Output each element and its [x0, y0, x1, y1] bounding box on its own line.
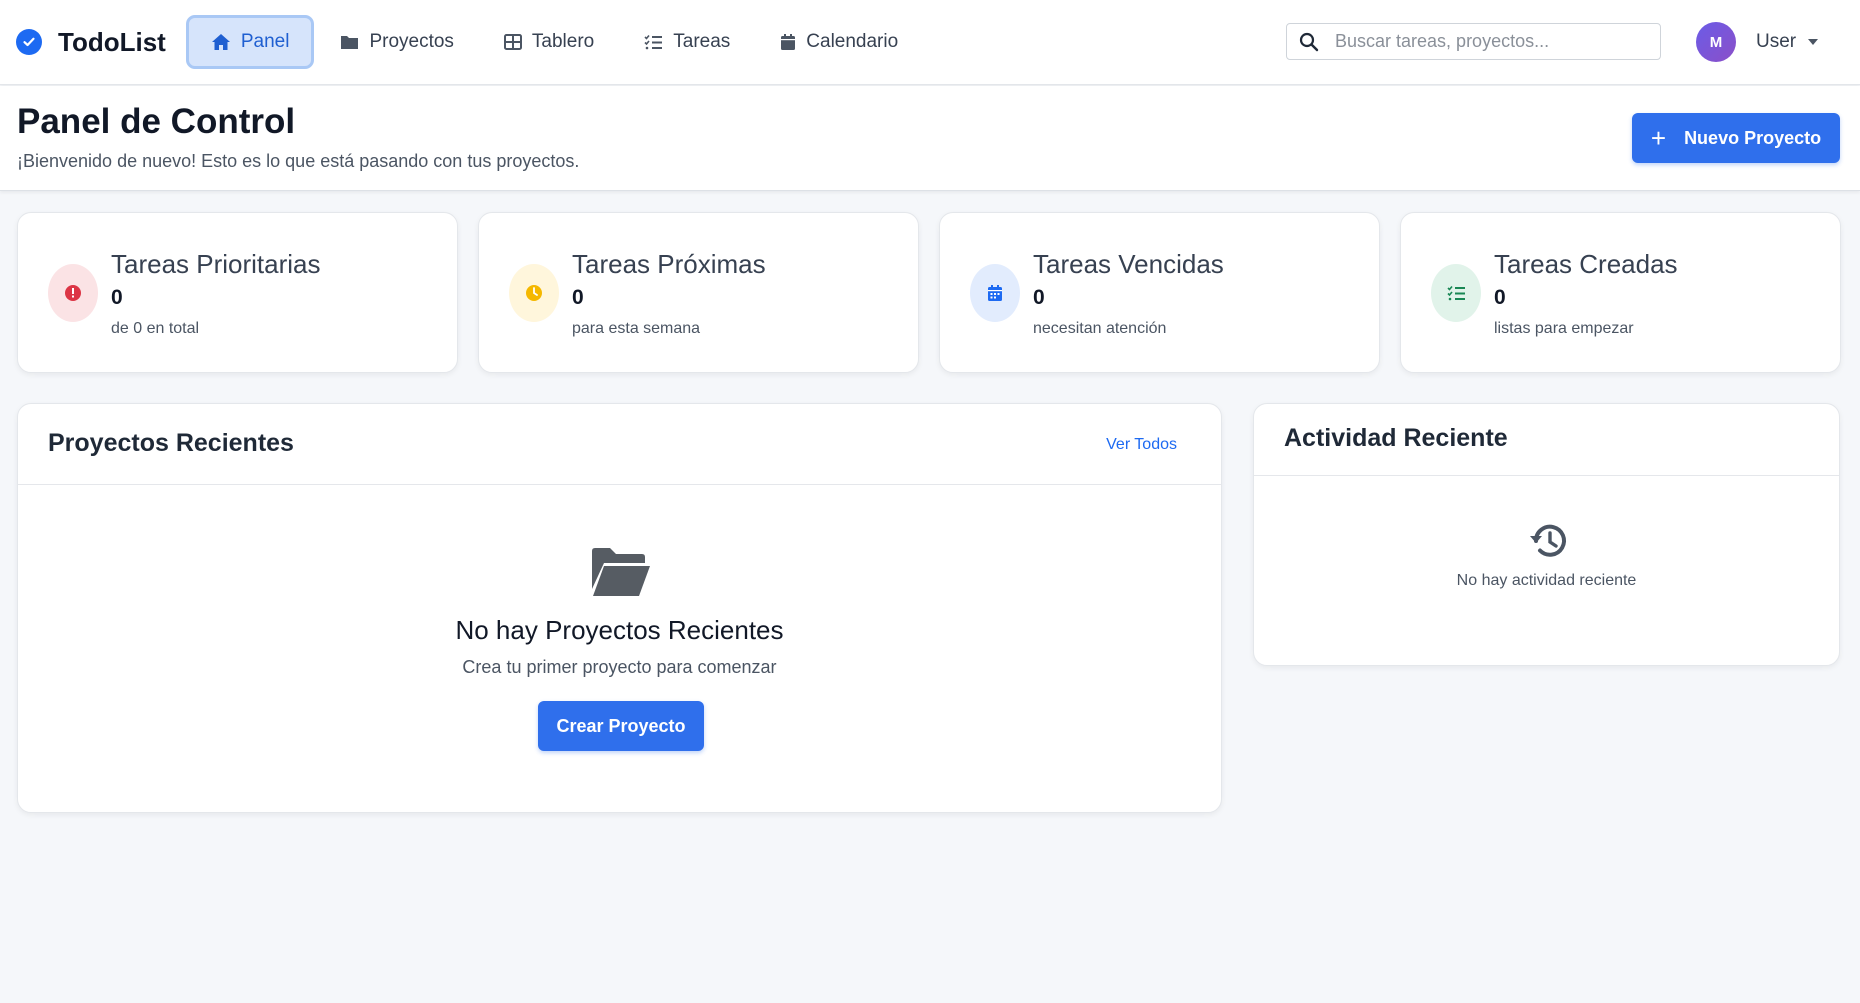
nav-label: Panel: [240, 31, 290, 52]
empty-subtitle: Crea tu primer proyecto para comenzar: [462, 657, 777, 677]
nav-label: Tareas: [673, 31, 731, 52]
stat-desc: de 0 en total: [111, 320, 200, 337]
folder-icon: [340, 34, 359, 50]
caret-down-icon: [1808, 39, 1819, 45]
user-menu[interactable]: M User: [1696, 22, 1819, 62]
nav-item-panel[interactable]: Panel: [185, 15, 315, 69]
search-icon: [1299, 32, 1319, 52]
nav-label: Proyectos: [369, 31, 454, 52]
empty-activity-text: No hay actividad reciente: [1456, 572, 1637, 589]
search-input[interactable]: [1335, 31, 1655, 52]
calendar-icon: [970, 264, 1020, 322]
plus-icon: +: [1650, 123, 1667, 153]
folder-open-icon: [590, 547, 652, 602]
stat-card-priority: Tareas Prioritarias 0 de 0 en total: [17, 212, 458, 373]
check-circle-icon: [16, 29, 42, 55]
stat-title: Tareas Próximas: [572, 249, 766, 279]
tasks-icon: [644, 34, 663, 50]
nav-item-tablero[interactable]: Tablero: [480, 15, 618, 69]
stat-desc: para esta semana: [572, 320, 701, 337]
nav-item-proyectos[interactable]: Proyectos: [316, 15, 477, 69]
stat-card-overdue: Tareas Vencidas 0 necesitan atención: [939, 212, 1380, 373]
view-all-link[interactable]: Ver Todos: [1106, 436, 1177, 454]
recent-projects-panel: Proyectos Recientes Ver Todos No hay Pro…: [17, 403, 1222, 813]
stat-title: Tareas Vencidas: [1033, 249, 1224, 279]
calendar-icon: [780, 33, 796, 51]
create-project-button[interactable]: Crear Proyecto: [538, 701, 704, 751]
empty-title: No hay Proyectos Recientes: [455, 615, 784, 645]
panel-header: Actividad Reciente: [1254, 404, 1839, 476]
top-navbar: TodoList Panel Proyectos Tablero Tareas: [0, 0, 1860, 85]
stat-value: 0: [111, 286, 123, 309]
stat-value: 0: [1494, 286, 1506, 309]
stat-desc: listas para empezar: [1494, 320, 1634, 337]
brand[interactable]: TodoList: [16, 27, 166, 58]
clock-icon: [509, 264, 559, 322]
panel-title: Proyectos Recientes: [48, 429, 294, 457]
new-project-label: Nuevo Proyecto: [1684, 127, 1822, 148]
recent-activity-panel: Actividad Reciente No hay actividad reci…: [1253, 403, 1840, 666]
stat-value: 0: [572, 286, 584, 309]
user-name: User: [1756, 31, 1797, 52]
page-title: Panel de Control: [17, 102, 296, 141]
new-project-button[interactable]: + Nuevo Proyecto: [1632, 113, 1840, 163]
history-icon: [1528, 522, 1568, 565]
stat-card-upcoming: Tareas Próximas 0 para esta semana: [478, 212, 919, 373]
nav-item-tareas[interactable]: Tareas: [620, 15, 754, 69]
avatar: M: [1696, 22, 1736, 62]
tasks-icon: [1431, 264, 1481, 322]
nav-item-calendario[interactable]: Calendario: [756, 15, 922, 69]
nav-label: Tablero: [531, 31, 595, 52]
page-header: Panel de Control ¡Bienvenido de nuevo! E…: [0, 86, 1860, 191]
stat-desc: necesitan atención: [1033, 320, 1167, 337]
stat-title: Tareas Creadas: [1494, 249, 1678, 279]
search-box[interactable]: [1286, 23, 1661, 60]
stat-value: 0: [1033, 286, 1045, 309]
main-nav: Panel Proyectos Tablero Tareas Calendari…: [185, 15, 924, 69]
stat-card-created: Tareas Creadas 0 listas para empezar: [1400, 212, 1841, 373]
brand-name: TodoList: [58, 26, 166, 57]
nav-label: Calendario: [806, 31, 899, 52]
home-icon: [211, 33, 231, 51]
panel-title: Actividad Reciente: [1284, 424, 1508, 452]
stat-title: Tareas Prioritarias: [111, 249, 321, 279]
table-icon: [503, 34, 522, 50]
panel-header: Proyectos Recientes Ver Todos: [18, 404, 1221, 485]
page-subtitle: ¡Bienvenido de nuevo! Esto es lo que est…: [17, 151, 580, 171]
exclamation-icon: [48, 264, 98, 322]
